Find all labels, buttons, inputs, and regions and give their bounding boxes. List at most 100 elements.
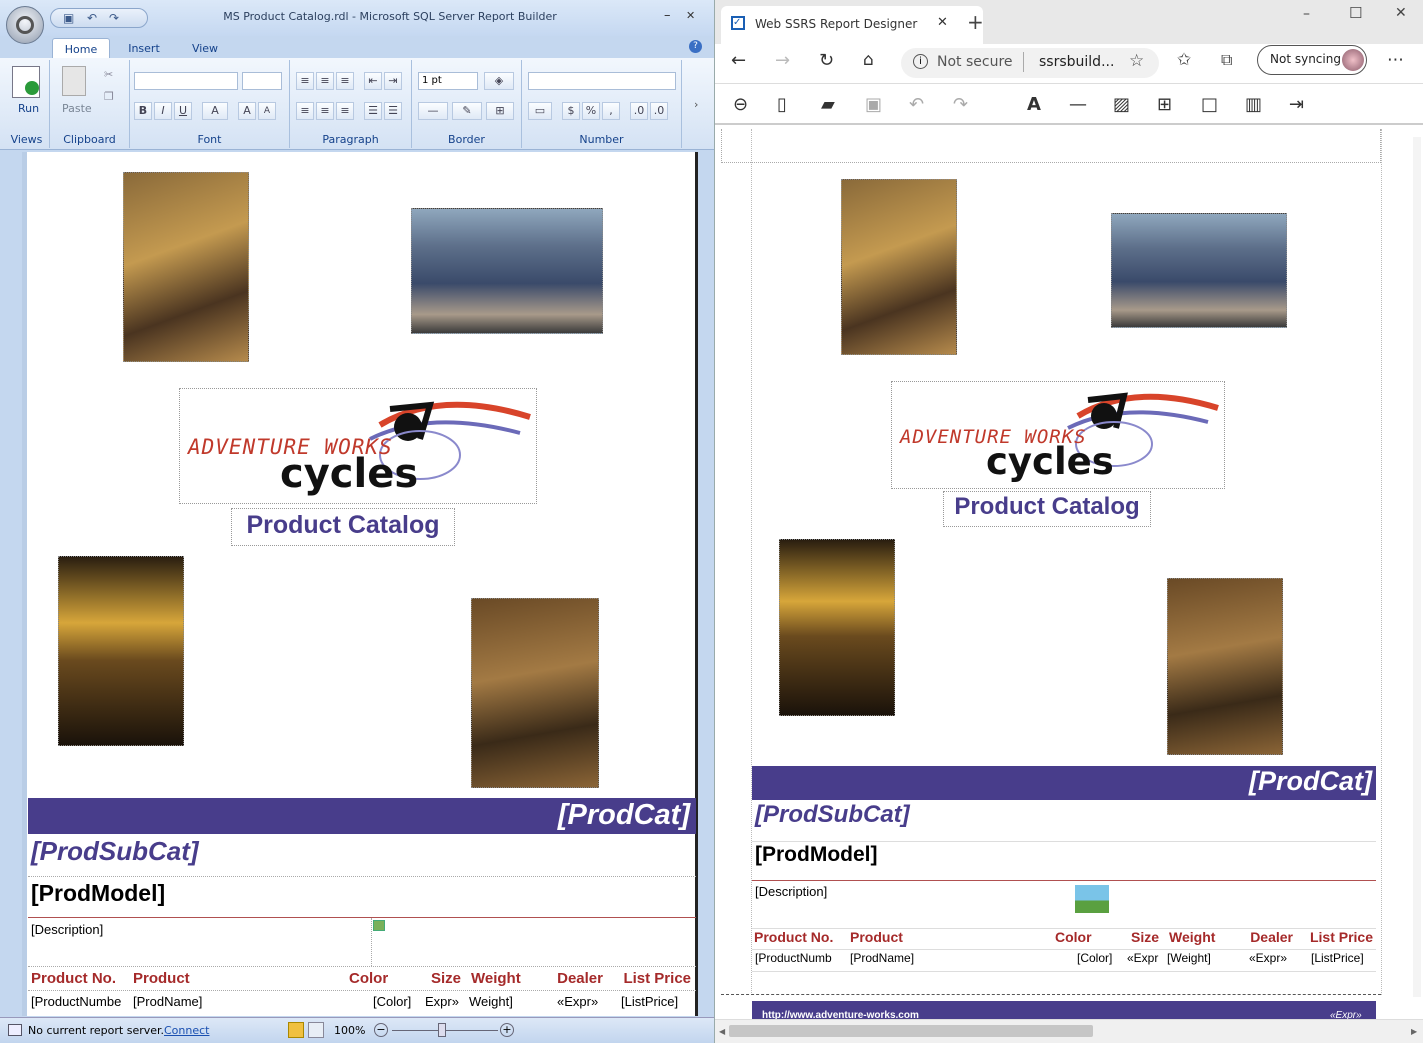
grow-font-button[interactable]: A <box>238 102 256 120</box>
header-product-no[interactable]: Product No. <box>754 929 833 945</box>
increase-decimal-icon[interactable]: .0 <box>630 102 648 120</box>
header-dealer[interactable]: Dealer <box>553 970 603 987</box>
report-title[interactable]: Product Catalog <box>231 508 455 546</box>
photo-cyclists-sunset[interactable] <box>58 556 184 746</box>
photo-bikes-ground[interactable] <box>1167 578 1283 755</box>
redo-icon[interactable]: ↷ <box>953 94 968 115</box>
cell-dealer[interactable]: «Expr» <box>1249 951 1287 965</box>
logo-image[interactable]: ADVENTURE WORKS cycles <box>179 388 537 504</box>
cell-size[interactable]: «Expr <box>1127 951 1163 965</box>
cell-color[interactable]: [Color] <box>373 994 411 1009</box>
report-title[interactable]: Product Catalog <box>943 491 1151 527</box>
fill-color-icon[interactable]: ◈ <box>484 72 514 90</box>
header-dealer[interactable]: Dealer <box>1227 929 1293 945</box>
zoom-out-icon[interactable]: − <box>374 1023 388 1037</box>
header-list-price[interactable]: List Price <box>1301 929 1373 945</box>
scrollbar-thumb[interactable] <box>729 1025 1093 1037</box>
save-icon[interactable]: ▣ <box>865 94 882 115</box>
help-icon[interactable]: ? <box>689 40 702 53</box>
exit-icon[interactable]: ⇥ <box>1289 94 1304 115</box>
back-circle-icon[interactable]: ⊖ <box>733 94 748 115</box>
photo-cyclists-wall[interactable] <box>841 179 957 355</box>
cell-weight[interactable]: [Weight] <box>1167 951 1221 965</box>
vertical-scrollbar[interactable] <box>1413 137 1421 997</box>
numbering-icon[interactable]: ☰ <box>384 102 402 120</box>
align-left-icon[interactable]: ≡ <box>296 102 314 120</box>
url-field[interactable]: i Not secure ssrsbuild... ☆ <box>901 48 1159 78</box>
web-report-canvas[interactable]: ADVENTURE WORKS cycles Product Catalog [… <box>715 124 1423 1021</box>
horizontal-scrollbar[interactable]: ◀ ▶ <box>715 1019 1423 1043</box>
sync-button[interactable]: Not syncing <box>1257 45 1367 75</box>
prodcat-row[interactable]: [ProdCat] <box>28 798 696 834</box>
minimize-icon[interactable]: – <box>1303 6 1310 22</box>
back-icon[interactable]: ← <box>731 50 746 71</box>
refresh-icon[interactable]: ↻ <box>819 50 834 71</box>
preview-icon[interactable] <box>308 1022 324 1038</box>
cut-icon[interactable]: ✂ <box>104 68 113 81</box>
font-family-select[interactable] <box>134 72 238 90</box>
scroll-left-icon[interactable]: ◀ <box>719 1027 725 1036</box>
header-size[interactable]: Size <box>1131 929 1159 945</box>
cell-product-number[interactable]: [ProductNumbe <box>31 994 129 1009</box>
browser-tab[interactable]: ✓ Web SSRS Report Designer ✕ <box>721 6 983 44</box>
cell-weight[interactable]: Weight] <box>469 994 513 1009</box>
prodsubcat-cell[interactable]: [ProdSubCat] <box>31 836 199 867</box>
run-button[interactable]: Run <box>18 102 39 115</box>
description-cell[interactable]: [Description] <box>755 884 827 899</box>
prodmodel-cell[interactable]: [ProdModel] <box>31 880 165 907</box>
bullets-icon[interactable]: ☰ <box>364 102 382 120</box>
border-color-icon[interactable]: ✎ <box>452 102 482 120</box>
image-icon[interactable]: ▨ <box>1113 94 1130 115</box>
tab-home[interactable]: Home <box>52 38 110 58</box>
close-icon[interactable]: ✕ <box>1395 5 1407 21</box>
align-bottom-icon[interactable]: ≡ <box>336 72 354 90</box>
number-format-select[interactable] <box>528 72 676 90</box>
header-weight[interactable]: Weight <box>1169 929 1215 945</box>
header-list-price[interactable]: List Price <box>619 970 691 987</box>
decrease-decimal-icon[interactable]: .0 <box>650 102 668 120</box>
currency-icon[interactable]: $ <box>562 102 580 120</box>
logo-image[interactable]: ADVENTURE WORKS cycles <box>891 381 1225 489</box>
photo-cyclists-road[interactable] <box>411 208 603 334</box>
border-width-select[interactable]: 1 pt <box>418 72 478 90</box>
copy-icon[interactable]: ❐ <box>104 90 114 103</box>
scroll-right-icon[interactable]: ▶ <box>1411 1027 1417 1036</box>
bold-button[interactable]: B <box>134 102 152 120</box>
cell-dealer[interactable]: «Expr» <box>557 994 598 1009</box>
font-color-button[interactable]: A <box>202 102 228 120</box>
ribbon-scroll-icon[interactable]: › <box>694 98 698 111</box>
tab-insert[interactable]: Insert <box>118 38 170 58</box>
align-right-icon[interactable]: ≡ <box>336 102 354 120</box>
photo-bikes-ground[interactable] <box>471 598 599 788</box>
favorite-star-icon[interactable]: ☆ <box>1129 51 1144 71</box>
cell-list-price[interactable]: [ListPrice] <box>1311 951 1364 965</box>
header-product[interactable]: Product <box>133 970 190 987</box>
maximize-icon[interactable]: ☐ <box>1349 4 1362 22</box>
italic-button[interactable]: I <box>154 102 172 120</box>
cell-list-price[interactable]: [ListPrice] <box>621 994 678 1009</box>
save-icon[interactable]: ▣ <box>63 11 74 25</box>
increase-indent-icon[interactable]: ⇥ <box>384 72 402 90</box>
favorites-icon[interactable]: ✩ <box>1177 50 1191 70</box>
photo-cyclists-road[interactable] <box>1111 213 1287 328</box>
header-weight[interactable]: Weight <box>471 970 521 987</box>
description-cell[interactable]: [Description] <box>31 922 103 937</box>
zoom-in-icon[interactable]: + <box>500 1023 514 1037</box>
tab-close-icon[interactable]: ✕ <box>937 15 948 30</box>
header-product[interactable]: Product <box>850 929 903 945</box>
redo-icon[interactable]: ↷ <box>109 11 119 25</box>
borders-icon[interactable]: ⊞ <box>486 102 514 120</box>
placeholder-icon[interactable]: ▭ <box>528 102 552 120</box>
header-size[interactable]: Size <box>431 970 461 987</box>
undo-icon[interactable]: ↶ <box>87 11 97 25</box>
align-center-icon[interactable]: ≡ <box>316 102 334 120</box>
align-top-icon[interactable]: ≡ <box>296 72 314 90</box>
new-file-icon[interactable]: ▯ <box>777 94 787 115</box>
comma-icon[interactable]: , <box>602 102 620 120</box>
collections-icon[interactable]: ⧉ <box>1221 50 1232 70</box>
cell-color[interactable]: [Color] <box>1077 951 1112 965</box>
header-color[interactable]: Color <box>1055 929 1092 945</box>
cell-prod-name[interactable]: [ProdName] <box>850 951 914 965</box>
table-icon[interactable]: ⊞ <box>1157 94 1172 115</box>
paste-button[interactable]: Paste <box>62 102 92 115</box>
